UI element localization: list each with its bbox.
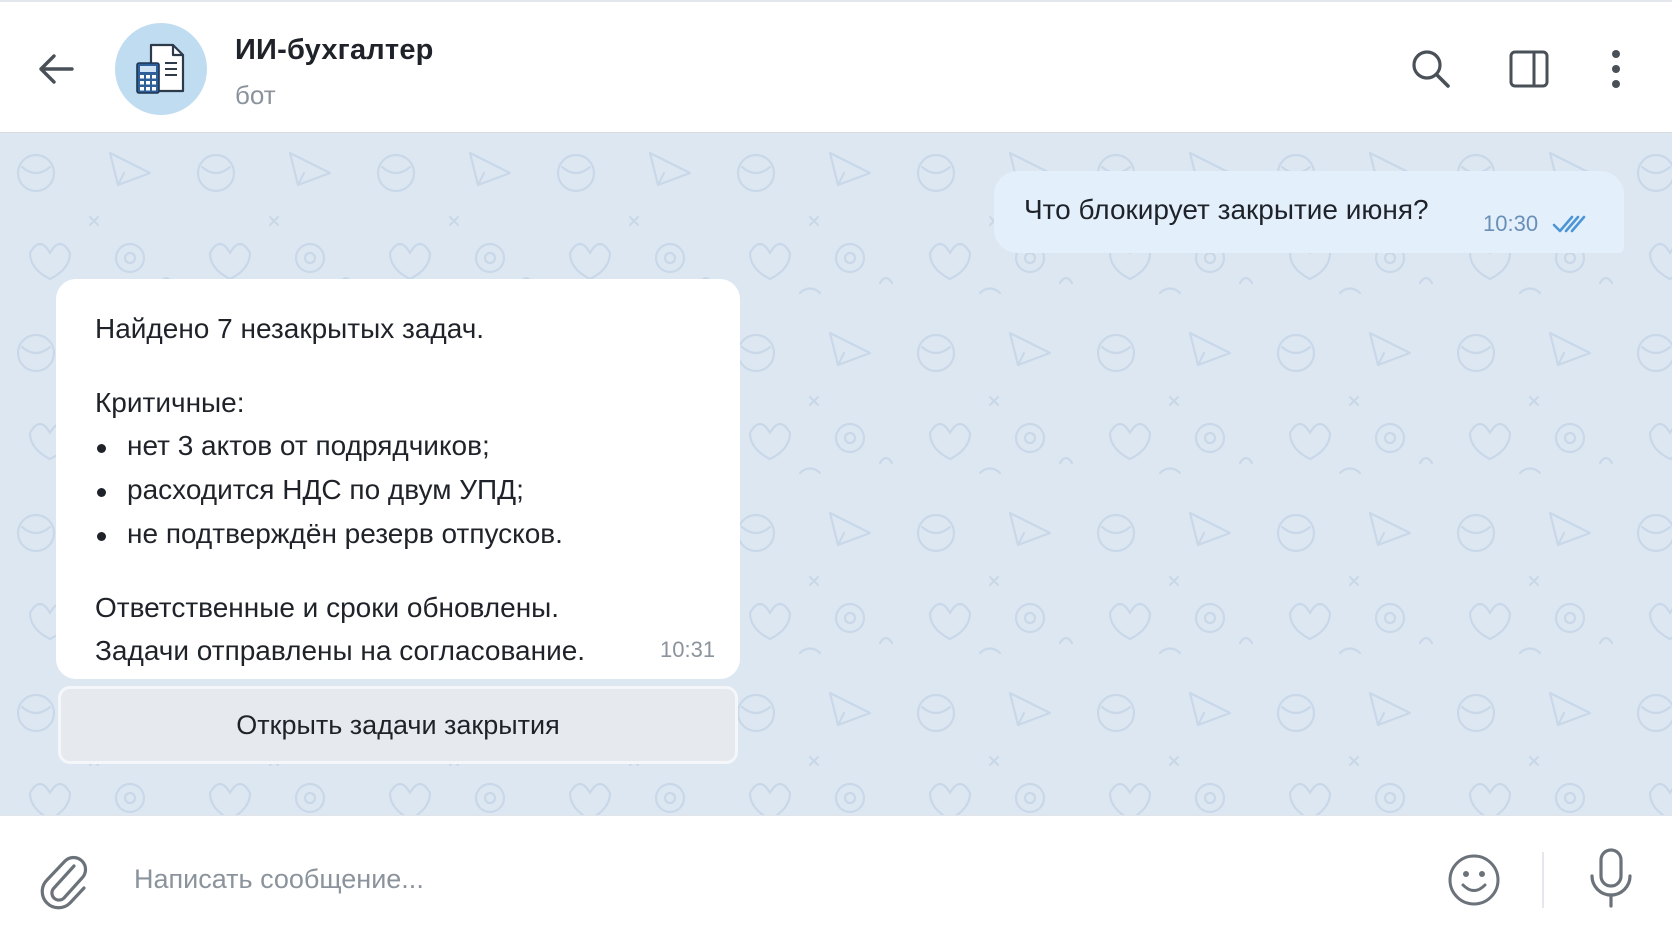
message-time: 10:30 <box>1483 211 1539 236</box>
message-footer-line: Задачи отправлены на согласование. <box>95 635 586 666</box>
more-options-button[interactable] <box>1594 46 1638 92</box>
search-button[interactable] <box>1408 46 1454 92</box>
document-calculator-icon <box>136 43 185 94</box>
outgoing-message[interactable]: Что блокирует закрытие июня? 10:30 <box>994 171 1624 253</box>
smiley-icon <box>1448 854 1500 906</box>
message-text: Что блокирует закрытие июня? <box>1024 194 1429 225</box>
toggle-side-panel-button[interactable] <box>1506 46 1552 92</box>
double-check-icon <box>1552 215 1586 233</box>
bot-avatar[interactable] <box>115 23 207 115</box>
message-time: 10:31 <box>660 637 716 662</box>
microphone-icon <box>1590 848 1632 908</box>
message-footer-line: Ответственные и сроки обновлены. <box>95 592 560 623</box>
chat-subtitle: бот <box>235 80 276 110</box>
voice-message-button[interactable] <box>1584 846 1638 917</box>
arrow-left-icon <box>39 54 74 84</box>
attach-button[interactable] <box>38 850 90 915</box>
incoming-message[interactable]: Найдено 7 незакрытых задач. Критичные: н… <box>56 279 740 679</box>
critical-header: Критичные: <box>95 387 245 418</box>
composer-divider <box>1542 852 1544 908</box>
chat-header: ИИ-бухгалтер бот <box>0 0 1672 133</box>
message-intro: Найдено 7 незакрытых задач. <box>95 313 485 344</box>
list-item: нет 3 актов от подрядчиков; <box>95 430 490 462</box>
message-input[interactable] <box>134 854 1334 904</box>
chat-window: ИИ-бухгалтер бот Что блокирует закрытие … <box>0 0 1672 941</box>
search-icon <box>1412 50 1450 88</box>
paperclip-icon <box>40 855 88 910</box>
open-closing-tasks-button[interactable]: Открыть задачи закрытия <box>58 686 738 764</box>
back-button[interactable] <box>34 44 84 94</box>
emoji-button[interactable] <box>1446 852 1502 913</box>
chat-title[interactable]: ИИ-бухгалтер <box>235 34 434 67</box>
list-item: не подтверждён резерв отпусков. <box>95 518 563 550</box>
message-composer <box>0 815 1672 941</box>
list-item: расходится НДС по двум УПД; <box>95 474 524 506</box>
sidebar-panel-icon <box>1509 50 1549 88</box>
more-vertical-icon <box>1612 50 1620 88</box>
message-list[interactable]: Что блокирует закрытие июня? 10:30 Найде… <box>0 133 1672 815</box>
